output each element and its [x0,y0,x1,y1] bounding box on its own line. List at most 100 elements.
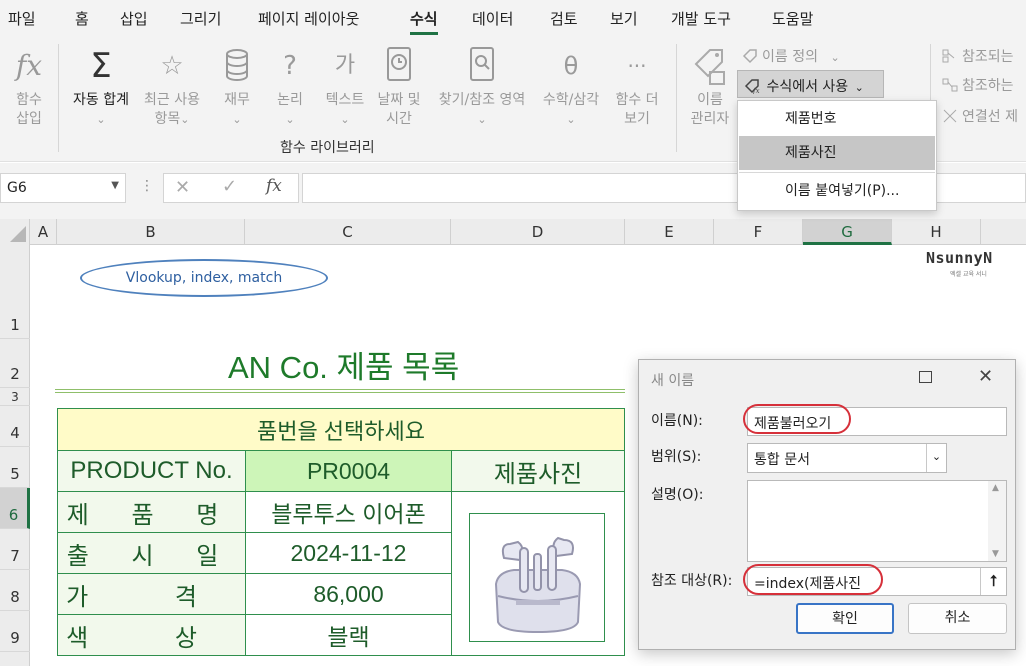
math-trig-button[interactable]: θ 수학/삼각 ⌄ [537,44,605,129]
tab-insert[interactable]: 삽입 [120,8,148,29]
text-functions-button[interactable]: 가 텍스트 ⌄ [320,44,370,129]
question-book-icon: ? [283,51,297,81]
name-box[interactable]: G6 ▼ [0,173,126,203]
brand-logo: NsunnyN [926,249,993,267]
maximize-icon[interactable] [919,371,932,383]
text-book-icon: 가 [334,53,356,78]
tag-icon [742,48,758,64]
row-header-2[interactable]: 2 [0,339,30,388]
column-header-next[interactable] [981,219,1026,245]
product-name-label-cell: 제 품 명 [57,491,246,533]
tab-review[interactable]: 검토 [550,8,578,29]
column-header-c[interactable]: C [245,219,451,245]
financial-button[interactable]: 재무 ⌄ [218,44,256,129]
red-annotation-oval [743,564,883,595]
magnifier-book-icon [470,47,494,81]
collapse-dialog-icon[interactable]: ⭡ [980,568,1006,595]
more-functions-button[interactable]: ··· 함수 더 보기 [609,44,665,129]
dropdown-item-paste-names[interactable]: 이름 붙여넣기(P)... [739,174,935,208]
row-header-5[interactable]: 5 [0,447,30,488]
sigma-icon: Σ [90,46,112,86]
logical-button[interactable]: ? 논리 ⌄ [270,44,310,129]
sheet-title: AN Co. 제품 목록 [228,350,460,385]
tab-data[interactable]: 데이터 [472,8,513,29]
text-functions-label: 텍스트 [325,92,365,108]
insert-function-button[interactable]: fx 함수 삽입 [8,44,50,129]
column-header-a[interactable]: A [30,219,57,245]
tab-developer[interactable]: 개발 도구 [671,8,731,29]
row-header-1[interactable]: 1 [0,245,30,339]
scope-select[interactable]: 통합 문서 ⌄ [747,443,947,473]
dropdown-item-product-number[interactable]: 제품번호 [739,102,935,136]
ok-button[interactable]: 확인 [796,603,894,634]
formula-tag-icon: fx [744,78,762,95]
chevron-down-icon: ⌄ [854,81,864,94]
red-annotation-oval [743,404,851,434]
cancel-icon[interactable]: ✕ [175,177,190,198]
select-all-corner[interactable] [0,219,30,245]
remove-arrows-button[interactable]: 연결선 제 [942,106,1018,126]
scroll-up-icon[interactable]: ▲ [992,483,999,493]
tab-file[interactable]: 파일 [8,8,36,29]
datetime-button[interactable]: 날짜 및 시간 [372,44,426,129]
insert-function-icon[interactable]: fx [266,176,282,196]
row-header-4[interactable]: 4 [0,406,30,447]
chevron-down-icon: ⌄ [96,113,106,126]
trace-precedents-button[interactable]: 참조되는 [942,46,1014,66]
name-manager-button[interactable]: 이름 관리자 [684,44,736,129]
refers-to-field-label: 참조 대상(R): [651,573,733,589]
scroll-down-icon[interactable]: ▼ [992,549,999,559]
recent-functions-button[interactable]: ☆ 최근 사용 항목⌄ [139,44,205,129]
fx-icon: fx [15,49,43,82]
tab-formulas[interactable]: 수식 [410,8,438,35]
color-value-cell: 블랙 [245,614,452,656]
row-header-9[interactable]: 9 [0,611,30,652]
enter-icon[interactable]: ✓ [222,176,237,197]
trace-dependents-label: 참조하는 [962,78,1014,94]
product-no-value-cell[interactable]: PR0004 [245,450,452,492]
row-header-3[interactable]: 3 [0,388,30,406]
column-header-f[interactable]: F [714,219,803,245]
tab-help[interactable]: 도움말 [772,8,813,29]
chevron-down-icon: ⌄ [232,113,242,126]
define-name-button[interactable]: 이름 정의 ⌄ [742,46,840,66]
chevron-down-icon: ⌄ [340,113,350,126]
use-in-formula-button[interactable]: fx 수식에서 사용 ⌄ [737,70,884,98]
header-prompt-cell: 품번을 선택하세요 [57,408,625,451]
datetime-label: 날짜 및 시간 [377,92,421,127]
use-in-formula-label: 수식에서 사용 [766,79,849,95]
cancel-button[interactable]: 취소 [908,603,1007,634]
comment-textarea[interactable]: ▲ ▼ [747,480,1007,562]
dropdown-divider [739,172,935,173]
column-header-h[interactable]: H [892,219,981,245]
autosum-button[interactable]: Σ 자동 합계 ⌄ [66,44,136,129]
column-header-e[interactable]: E [625,219,714,245]
chevron-down-icon[interactable]: ▼ [111,180,119,191]
function-library-group-label: 함수 라이브러리 [280,140,375,156]
tab-page-layout[interactable]: 페이지 레이아웃 [258,8,359,29]
ribbon-separator [676,44,677,152]
chevron-down-icon: ⌄ [477,113,487,126]
tab-home[interactable]: 홈 [75,8,89,29]
database-icon [226,49,248,82]
comment-scrollbar[interactable]: ▲ ▼ [988,481,1006,561]
scope-select-value: 통합 문서 [754,452,810,468]
tab-view[interactable]: 보기 [610,8,638,29]
column-header-bar: A B C D E F G H [0,219,1026,245]
logical-label: 논리 [277,92,303,108]
tab-draw[interactable]: 그리기 [180,8,221,29]
column-header-b[interactable]: B [57,219,245,245]
column-header-g[interactable]: G [803,219,892,245]
row-header-8[interactable]: 8 [0,570,30,611]
product-photo[interactable] [469,513,605,642]
release-date-label-cell: 출 시 일 [57,532,246,574]
row-header-6[interactable]: 6 [0,488,30,529]
row-header-7[interactable]: 7 [0,529,30,570]
close-icon[interactable]: ✕ [978,366,993,387]
chevron-down-icon: ⌄ [285,113,295,126]
price-label-cell: 가 격 [57,573,246,615]
lookup-reference-button[interactable]: 찾기/참조 영역 ⌄ [430,44,534,129]
dropdown-item-product-photo[interactable]: 제품사진 [739,136,935,170]
column-header-d[interactable]: D [451,219,625,245]
trace-dependents-button[interactable]: 참조하는 [942,75,1014,95]
